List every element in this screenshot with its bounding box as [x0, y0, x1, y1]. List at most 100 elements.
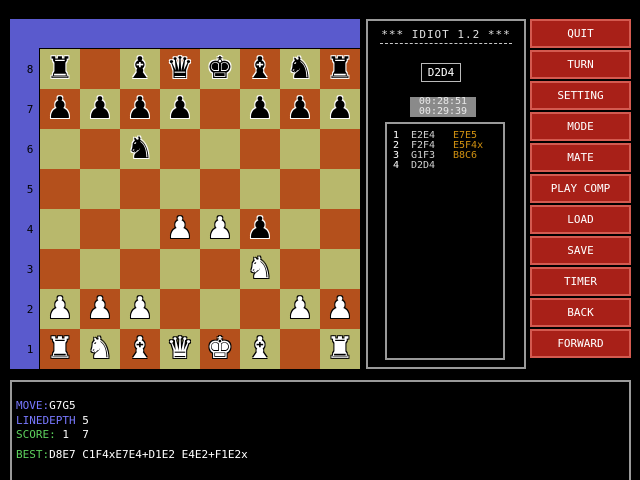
square-d1[interactable]: ♛	[160, 329, 200, 369]
square-e2[interactable]	[200, 289, 240, 329]
square-a8[interactable]: ♜	[40, 49, 80, 89]
square-c2[interactable]: ♟	[120, 289, 160, 329]
white-pawn-icon[interactable]: ♟	[127, 289, 154, 329]
square-g5[interactable]	[280, 169, 320, 209]
square-b3[interactable]	[80, 249, 120, 289]
square-h8[interactable]: ♜	[320, 49, 360, 89]
black-knight-icon[interactable]: ♞	[127, 129, 154, 169]
square-e7[interactable]	[200, 89, 240, 129]
white-knight-icon[interactable]: ♞	[87, 329, 114, 369]
white-bishop-icon[interactable]: ♝	[247, 329, 274, 369]
square-e6[interactable]	[200, 129, 240, 169]
black-knight-icon[interactable]: ♞	[287, 49, 314, 89]
white-pawn-icon[interactable]: ♟	[207, 209, 234, 249]
turn-button[interactable]: TURN	[530, 50, 631, 79]
square-c5[interactable]	[120, 169, 160, 209]
square-c6[interactable]: ♞	[120, 129, 160, 169]
black-bishop-icon[interactable]: ♝	[127, 49, 154, 89]
square-h1[interactable]: ♜	[320, 329, 360, 369]
move-list-item[interactable]: 3 G1F3 B8C6	[393, 151, 477, 161]
white-pawn-icon[interactable]: ♟	[167, 209, 194, 249]
white-rook-icon[interactable]: ♜	[327, 329, 354, 369]
square-d8[interactable]: ♛	[160, 49, 200, 89]
square-h3[interactable]	[320, 249, 360, 289]
square-b8[interactable]	[80, 49, 120, 89]
square-b6[interactable]	[80, 129, 120, 169]
square-d4[interactable]: ♟	[160, 209, 200, 249]
back-button[interactable]: BACK	[530, 298, 631, 327]
black-pawn-icon[interactable]: ♟	[47, 89, 74, 129]
save-button[interactable]: SAVE	[530, 236, 631, 265]
square-g6[interactable]	[280, 129, 320, 169]
black-pawn-icon[interactable]: ♟	[127, 89, 154, 129]
black-pawn-icon[interactable]: ♟	[247, 209, 274, 249]
square-a3[interactable]	[40, 249, 80, 289]
square-e5[interactable]	[200, 169, 240, 209]
square-g7[interactable]: ♟	[280, 89, 320, 129]
square-g4[interactable]	[280, 209, 320, 249]
square-c4[interactable]	[120, 209, 160, 249]
black-queen-icon[interactable]: ♛	[167, 49, 194, 89]
timer-button[interactable]: TIMER	[530, 267, 631, 296]
white-rook-icon[interactable]: ♜	[47, 329, 74, 369]
square-c7[interactable]: ♟	[120, 89, 160, 129]
square-g1[interactable]	[280, 329, 320, 369]
square-c8[interactable]: ♝	[120, 49, 160, 89]
square-d5[interactable]	[160, 169, 200, 209]
square-f2[interactable]	[240, 289, 280, 329]
square-b4[interactable]	[80, 209, 120, 249]
mate-button[interactable]: MATE	[530, 143, 631, 172]
black-pawn-icon[interactable]: ♟	[287, 89, 314, 129]
black-pawn-icon[interactable]: ♟	[87, 89, 114, 129]
setting-button[interactable]: SETTING	[530, 81, 631, 110]
square-a6[interactable]	[40, 129, 80, 169]
square-e4[interactable]: ♟	[200, 209, 240, 249]
square-d2[interactable]	[160, 289, 200, 329]
white-king-icon[interactable]: ♚	[207, 329, 234, 369]
square-a5[interactable]	[40, 169, 80, 209]
square-h6[interactable]	[320, 129, 360, 169]
square-h7[interactable]: ♟	[320, 89, 360, 129]
white-pawn-icon[interactable]: ♟	[47, 289, 74, 329]
square-b5[interactable]	[80, 169, 120, 209]
square-b7[interactable]: ♟	[80, 89, 120, 129]
black-pawn-icon[interactable]: ♟	[327, 89, 354, 129]
square-h4[interactable]	[320, 209, 360, 249]
square-a1[interactable]: ♜	[40, 329, 80, 369]
white-knight-icon[interactable]: ♞	[247, 249, 274, 289]
black-pawn-icon[interactable]: ♟	[247, 89, 274, 129]
square-g2[interactable]: ♟	[280, 289, 320, 329]
white-pawn-icon[interactable]: ♟	[327, 289, 354, 329]
white-bishop-icon[interactable]: ♝	[127, 329, 154, 369]
square-d3[interactable]	[160, 249, 200, 289]
square-g8[interactable]: ♞	[280, 49, 320, 89]
square-a7[interactable]: ♟	[40, 89, 80, 129]
square-f8[interactable]: ♝	[240, 49, 280, 89]
square-a4[interactable]	[40, 209, 80, 249]
square-e3[interactable]	[200, 249, 240, 289]
square-g3[interactable]	[280, 249, 320, 289]
square-h5[interactable]	[320, 169, 360, 209]
white-pawn-icon[interactable]: ♟	[287, 289, 314, 329]
square-f4[interactable]: ♟	[240, 209, 280, 249]
square-b2[interactable]: ♟	[80, 289, 120, 329]
move-history-list[interactable]: 1 E2E4 E7E5 2 F2F4 E5F4x 3 G1F3 B8C6 4 D2D4	[385, 122, 505, 360]
play-comp-button[interactable]: PLAY COMP	[530, 174, 631, 203]
white-pawn-icon[interactable]: ♟	[87, 289, 114, 329]
mode-button[interactable]: MODE	[530, 112, 631, 141]
square-f1[interactable]: ♝	[240, 329, 280, 369]
square-d7[interactable]: ♟	[160, 89, 200, 129]
black-king-icon[interactable]: ♚	[207, 49, 234, 89]
black-bishop-icon[interactable]: ♝	[247, 49, 274, 89]
load-button[interactable]: LOAD	[530, 205, 631, 234]
square-f7[interactable]: ♟	[240, 89, 280, 129]
chess-board[interactable]: ♜ ♝ ♛ ♚ ♝ ♞ ♜ ♟ ♟ ♟ ♟ ♟ ♟ ♟ ♞ ♟ ♟ ♟ ♞ ♟ ♟ ♟ ♟ ♟ ♜ ♞ ♝ ♛ ♚ ♝ ♜	[39, 48, 361, 370]
square-c1[interactable]: ♝	[120, 329, 160, 369]
square-a2[interactable]: ♟	[40, 289, 80, 329]
white-queen-icon[interactable]: ♛	[167, 329, 194, 369]
forward-button[interactable]: FORWARD	[530, 329, 631, 358]
square-e8[interactable]: ♚	[200, 49, 240, 89]
square-f3[interactable]: ♞	[240, 249, 280, 289]
square-h2[interactable]: ♟	[320, 289, 360, 329]
square-c3[interactable]	[120, 249, 160, 289]
